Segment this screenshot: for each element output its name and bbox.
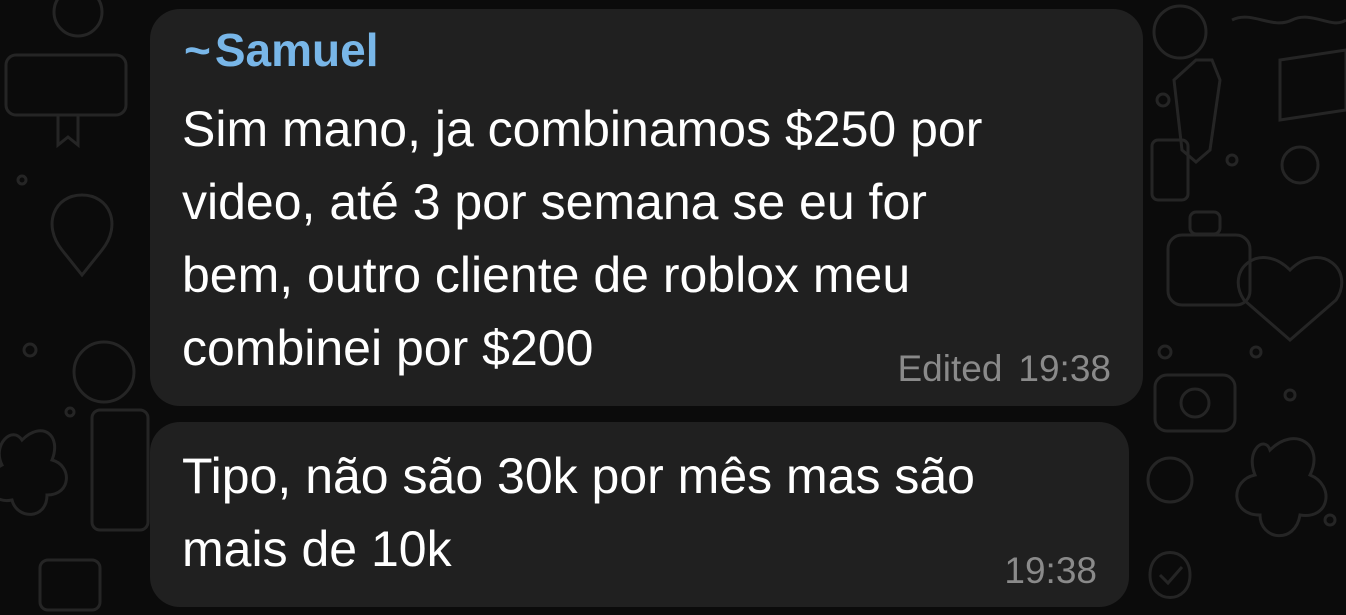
sender-prefix: ~ [184, 24, 211, 76]
dot-doodle-icon [1157, 344, 1173, 360]
cap-doodle-icon [1188, 210, 1222, 236]
sender-name[interactable]: ~Samuel [184, 27, 379, 73]
sign-doodle-icon [1278, 48, 1346, 122]
dot-doodle-icon [1283, 388, 1297, 402]
message-line: Sim mano, ja combinamos $250 por [182, 101, 983, 157]
box-doodle-icon [38, 558, 102, 612]
certificate-doodle-icon [4, 53, 128, 117]
wave-doodle-icon [1231, 15, 1346, 25]
message-text: Sim mano, ja combinamos $250 por video, … [182, 93, 982, 385]
laptop-doodle-icon [90, 408, 150, 532]
dot-doodle-icon [16, 174, 28, 186]
perfume-doodle-icon [1166, 233, 1252, 307]
ticket-doodle-icon [1150, 138, 1190, 202]
message-line: bem, outro cliente de roblox meu [182, 247, 911, 303]
message-bubble[interactable]: ~Samuel Sim mano, ja combinamos $250 por… [150, 9, 1143, 406]
dot-doodle-icon [64, 406, 76, 418]
dot-doodle-icon [1155, 92, 1171, 108]
message-line: Tipo, não são 30k por mês mas são [182, 448, 975, 504]
coin-doodle-icon [52, 0, 104, 38]
sender-name-text: Samuel [214, 24, 379, 76]
message-line: video, até 3 por semana se eu for [182, 174, 927, 230]
lens-doodle-icon [1179, 387, 1211, 419]
ring-doodle-icon [1146, 456, 1194, 504]
coin-doodle-icon [1152, 4, 1208, 60]
dot-doodle-icon [1225, 153, 1239, 167]
message-text: Tipo, não são 30k por mês mas são mais d… [182, 440, 975, 586]
dot-doodle-icon [1249, 345, 1263, 359]
edited-label: Edited [897, 348, 1003, 389]
heart-doodle-icon [1236, 256, 1344, 342]
flower-doodle-icon [0, 429, 68, 516]
ribbon-doodle-icon [56, 115, 80, 149]
location-pin-doodle-icon [50, 193, 114, 278]
message-meta: 19:38 [1004, 552, 1097, 589]
message-time: 19:38 [1018, 348, 1111, 389]
ring-doodle-icon [72, 340, 136, 404]
flower-doodle-icon [1235, 437, 1328, 538]
ring-doodle-icon [1280, 145, 1320, 185]
check-doodle-icon [1148, 551, 1192, 599]
message-time: 19:38 [1004, 550, 1097, 591]
message-line: combinei por $200 [182, 320, 594, 376]
dot-doodle-icon [22, 342, 38, 358]
tie-doodle-icon [1172, 58, 1222, 164]
message-line: mais de 10k [182, 521, 452, 577]
message-bubble[interactable]: Tipo, não são 30k por mês mas são mais d… [150, 422, 1129, 607]
camera-doodle-icon [1153, 373, 1237, 433]
message-meta: Edited 19:38 [897, 350, 1111, 387]
dot-doodle-icon [1323, 513, 1337, 527]
